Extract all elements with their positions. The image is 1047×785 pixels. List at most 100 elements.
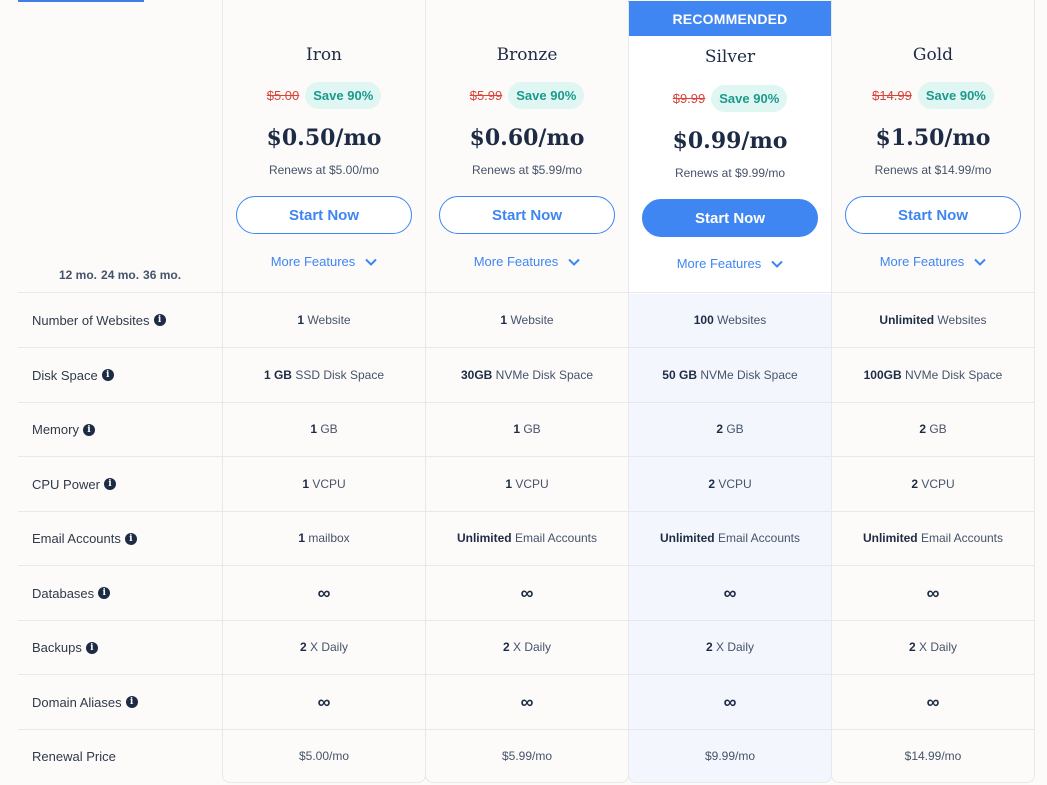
feature-label: Renewal Price	[32, 749, 116, 764]
feature-cell: ∞	[425, 692, 629, 713]
renews-text: Renews at $5.99/mo	[471, 163, 583, 177]
feature-label-text: Databases	[32, 585, 95, 601]
info-icon[interactable]: i	[85, 641, 98, 654]
period-12[interactable]: 12 mo.	[59, 268, 97, 282]
plan-name: Silver	[704, 47, 756, 67]
feature-value-bold: 1	[298, 531, 305, 545]
feature-value-text: Email Accounts	[714, 531, 801, 545]
feature-value-bold: 2	[908, 640, 916, 654]
feature-value-text: NVMe Disk Space	[492, 367, 594, 382]
chevron-down-icon	[365, 258, 377, 266]
feature-value-bold: Unlimited	[456, 531, 512, 545]
feature-label: CPU Power i	[32, 477, 116, 492]
feature-cell: Unlimited Email Accounts	[831, 531, 1035, 545]
feature-cell: 2 VCPU	[628, 477, 832, 491]
info-icon[interactable]: i	[153, 314, 166, 326]
info-icon[interactable]: i	[101, 369, 114, 381]
billing-tab-indicator	[18, 0, 144, 2]
feature-value-text: VCPU	[512, 476, 549, 491]
feature-value-text: Email Accounts	[511, 531, 598, 545]
info-icon[interactable]: i	[124, 532, 137, 545]
feature-row: Email Accounts i 1 mailbox Unlimited Email …	[18, 511, 1034, 565]
feature-value-text: GB	[926, 422, 947, 436]
feature-row: CPU Power i 1 VCPU 1 VCPU 2 VCPU 2 VCPU	[18, 456, 1034, 511]
old-price: $5.00	[266, 88, 300, 103]
feature-value-bold: 2	[708, 476, 715, 491]
feature-value-text: mailbox	[305, 531, 350, 545]
price-row: $14.99 Save 90%	[832, 82, 1034, 109]
infinity-icon: ∞	[520, 691, 534, 712]
feature-value-text: X Daily	[915, 640, 958, 654]
feature-value-bold: 1	[505, 476, 512, 491]
feature-value-bold: 2	[919, 422, 926, 436]
feature-value-bold: 2	[502, 640, 510, 654]
feature-label: Disk Space i	[32, 368, 114, 383]
infinity-icon: ∞	[926, 691, 940, 712]
save-badge: Save 90%	[711, 85, 788, 112]
info-icon[interactable]: i	[103, 478, 116, 490]
feature-cell: 100 Websites	[628, 313, 832, 327]
feature-row: Disk Space i 1 GB SSD Disk Space 30GB NVMe …	[18, 347, 1034, 402]
feature-value-text: GB	[317, 422, 338, 436]
billing-period-toggle: 12 mo. 24 mo. 36 mo.	[59, 268, 181, 282]
more-features-link[interactable]: More Features	[426, 254, 628, 269]
feature-row: Backups i 2 X Daily 2 X Daily 2 X Daily 2 X D…	[18, 620, 1034, 674]
feature-value-bold: 2	[299, 640, 307, 654]
feature-cell: Unlimited Email Accounts	[628, 531, 832, 545]
feature-cell: 2 VCPU	[831, 477, 1035, 491]
feature-value-text: NVMe Disk Space	[901, 367, 1003, 382]
infinity-icon: ∞	[926, 582, 940, 603]
price-row: $9.99 Save 90%	[629, 85, 831, 112]
feature-cell: 2 GB	[831, 422, 1035, 436]
info-icon[interactable]: i	[82, 423, 95, 436]
infinity-icon: ∞	[723, 582, 737, 603]
feature-label: Backups i	[32, 640, 98, 655]
save-badge: Save 90%	[917, 82, 994, 109]
feature-label-text: CPU Power	[32, 476, 100, 492]
recommended-banner: RECOMMENDED	[629, 2, 831, 36]
feature-row: Databases i ∞ ∞ ∞ ∞	[18, 565, 1034, 620]
save-badge: Save 90%	[305, 82, 382, 109]
start-now-button[interactable]: Start Now	[439, 196, 615, 234]
feature-value-bold: 100GB	[863, 367, 902, 382]
period-24[interactable]: 24 mo.	[101, 268, 139, 282]
feature-value-bold: Unlimited	[879, 312, 935, 327]
feature-cell: Unlimited Websites	[831, 313, 1035, 327]
feature-cell: $14.99/mo	[831, 749, 1035, 763]
start-now-button[interactable]: Start Now	[845, 196, 1021, 234]
feature-cell: 1 VCPU	[425, 477, 629, 491]
period-36[interactable]: 36 mo.	[143, 268, 181, 282]
feature-value-bold: 1	[513, 422, 520, 436]
infinity-icon: ∞	[723, 691, 737, 712]
old-price: $5.99	[469, 88, 503, 103]
feature-value-text: VCPU	[918, 476, 955, 491]
feature-cell: 1 VCPU	[222, 477, 426, 491]
feature-cell: ∞	[831, 692, 1035, 713]
feature-label-text: Email Accounts	[32, 531, 121, 546]
feature-label-text: Disk Space	[32, 367, 98, 383]
feature-value-bold: 50 GB	[662, 367, 697, 382]
feature-value-text: X Daily	[509, 640, 552, 654]
old-price: $14.99	[872, 88, 912, 103]
start-now-button[interactable]: Start Now	[236, 196, 412, 234]
feature-value-text: X Daily	[712, 640, 755, 654]
feature-cell: ∞	[222, 692, 426, 713]
feature-cell: ∞	[831, 583, 1035, 604]
feature-value-bold: 30GB	[460, 367, 493, 382]
feature-label-text: Backups	[32, 640, 82, 655]
info-icon[interactable]: i	[125, 696, 138, 708]
price-row: $5.99 Save 90%	[426, 82, 628, 109]
feature-value-text: Website	[507, 312, 554, 327]
feature-cell: $5.99/mo	[425, 749, 629, 763]
more-features-link[interactable]: More Features	[223, 254, 425, 269]
more-features-link[interactable]: More Features	[629, 256, 831, 271]
more-features-link[interactable]: More Features	[832, 254, 1034, 269]
renews-text: Renews at $9.99/mo	[674, 166, 786, 180]
feature-cell: 1 Website	[222, 313, 426, 327]
feature-row: Renewal Price $5.00/mo $5.99/mo $9.99/mo $14…	[18, 729, 1034, 782]
info-icon[interactable]: i	[98, 587, 111, 599]
feature-cell: 100GB NVMe Disk Space	[831, 368, 1035, 382]
feature-table: Number of Websites i 1 Website 1 Website 100…	[18, 292, 1034, 782]
start-now-button[interactable]: Start Now	[642, 199, 818, 237]
feature-label: Databases i	[32, 585, 111, 601]
